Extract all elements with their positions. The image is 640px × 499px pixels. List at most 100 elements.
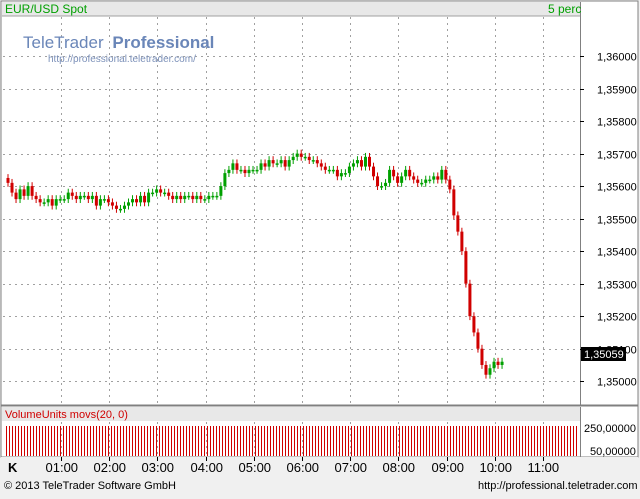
- candle-body: [179, 195, 183, 200]
- volume-title: VolumeUnits movs(20, 0): [5, 409, 128, 421]
- candle-body: [90, 195, 94, 200]
- candle-body: [259, 163, 263, 170]
- candle-body: [492, 361, 496, 369]
- candle-body: [135, 199, 139, 203]
- candle-body: [231, 163, 235, 170]
- candle-body: [86, 195, 90, 200]
- candle-body: [34, 195, 38, 200]
- candle-body: [472, 316, 476, 333]
- candle-body: [171, 195, 175, 200]
- candle-body: [211, 195, 215, 198]
- candle-body: [50, 199, 54, 206]
- candle-body: [468, 283, 472, 317]
- price-tick-label: 1,35400: [597, 247, 637, 259]
- svg-text:TeleTrader Professional: TeleTrader Professional: [23, 33, 214, 52]
- candle-body: [22, 189, 26, 196]
- interval-label[interactable]: 5 perc: [548, 2, 581, 16]
- candle-body: [283, 160, 287, 167]
- candle-body: [500, 361, 504, 365]
- candle-body: [388, 169, 392, 183]
- candle-body: [400, 176, 404, 183]
- watermark-logo: TeleTrader Professional http://professio…: [23, 33, 214, 65]
- candle-body: [18, 189, 22, 200]
- price-tick-label: 1,35800: [597, 117, 637, 129]
- price-tick-label: 1,35600: [597, 182, 637, 194]
- candle-body: [30, 186, 34, 196]
- candle-body: [380, 186, 384, 188]
- candle-body: [480, 348, 484, 365]
- candle-body: [191, 195, 195, 200]
- candle-body: [420, 182, 424, 185]
- candle-body: [82, 195, 86, 198]
- candle-body: [331, 169, 335, 172]
- instrument-title: EUR/USD Spot: [5, 2, 88, 16]
- candle-body: [66, 192, 70, 200]
- candle-body: [143, 195, 147, 203]
- time-tick-label: 04:00: [191, 460, 224, 475]
- candle-body: [271, 160, 275, 164]
- candle: [460, 227, 464, 256]
- candle-body: [131, 199, 135, 203]
- time-tick-label: 08:00: [383, 460, 416, 475]
- candle-body: [159, 189, 163, 193]
- footer-url[interactable]: http://professional.teletrader.com: [478, 480, 638, 492]
- candle-body: [376, 176, 380, 187]
- candle-body: [299, 153, 303, 157]
- candle-body: [106, 199, 110, 203]
- candle-body: [444, 169, 448, 180]
- candle-body: [239, 169, 243, 172]
- candle-body: [195, 195, 199, 200]
- candle-body: [351, 163, 355, 167]
- candle-body: [372, 166, 376, 177]
- candle-body: [42, 202, 46, 204]
- price-tick-label: 1,35300: [597, 280, 637, 292]
- time-tick-label: 02:00: [94, 460, 127, 475]
- candle-body: [359, 160, 363, 167]
- candle-body: [187, 195, 191, 198]
- candle: [452, 185, 456, 220]
- last-price-label: 1,35059: [584, 349, 624, 361]
- candle-body: [464, 251, 468, 284]
- candle-body: [315, 160, 319, 164]
- candle-body: [452, 189, 456, 216]
- candle-body: [339, 173, 343, 177]
- candle-body: [207, 195, 211, 200]
- candle-body: [311, 160, 315, 162]
- candle-body: [408, 169, 412, 177]
- candle-body: [476, 332, 480, 349]
- candle-body: [199, 195, 203, 200]
- candle-body: [223, 173, 227, 187]
- candle-body: [247, 169, 251, 174]
- candle-body: [215, 195, 219, 198]
- candle-body: [235, 163, 239, 170]
- candle: [464, 247, 468, 288]
- candle-body: [167, 192, 171, 196]
- volume-tick-high: 250,00000: [584, 423, 636, 435]
- candle-body: [363, 156, 367, 167]
- candle-body: [307, 156, 311, 161]
- candle-body: [488, 368, 492, 375]
- axis-mode-k[interactable]: K: [8, 460, 18, 475]
- candle-body: [416, 179, 420, 183]
- candle-body: [110, 202, 114, 206]
- price-tick-label: 1,36000: [597, 52, 637, 64]
- candle-body: [98, 199, 102, 206]
- candle-body: [436, 176, 440, 180]
- price-tick-label: 1,35200: [597, 312, 637, 324]
- candle-body: [279, 160, 283, 164]
- candle-body: [203, 199, 207, 201]
- candle-body: [432, 176, 436, 180]
- candle-body: [327, 169, 331, 172]
- candle-body: [319, 163, 323, 167]
- candle-body: [440, 169, 444, 180]
- candle-body: [303, 156, 307, 159]
- chart-canvas: TeleTrader Professional http://professio…: [0, 0, 640, 494]
- candle-body: [384, 182, 388, 187]
- candle-body: [74, 195, 78, 200]
- time-ticks: 01:00 02:00 03:00 04:00 05:00 06:00 07:00 08:00…: [46, 457, 559, 475]
- candle-body: [147, 192, 151, 203]
- candle-body: [456, 215, 460, 232]
- candle-body: [368, 156, 371, 167]
- candle-body: [70, 192, 74, 196]
- candle-body: [291, 156, 295, 161]
